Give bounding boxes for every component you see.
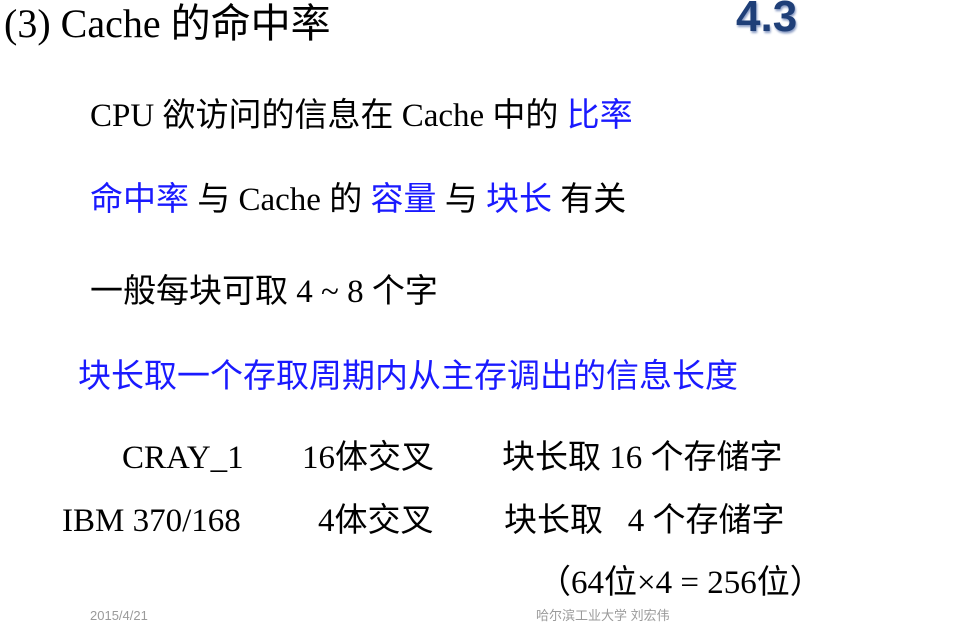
block-length-definition: 块长取一个存取周期内从主存调出的信息长度 bbox=[78, 359, 738, 395]
block-length-value: 块长取 4 个存储字 bbox=[504, 503, 785, 539]
footer-date: 2015/4/21 bbox=[90, 608, 148, 623]
machine-name: CRAY_1 bbox=[122, 440, 244, 476]
factor-text-2: 与 bbox=[436, 182, 486, 218]
section-number: 4.3 bbox=[736, 0, 798, 41]
block-length-value: 块长取 16 个存储字 bbox=[502, 440, 783, 476]
interleave-count: 4体交叉 bbox=[318, 503, 434, 539]
footer-author: 哈尔滨工业大学 刘宏伟 bbox=[536, 608, 670, 623]
block-size-line: 一般每块可取 4 ~ 8 个字 bbox=[90, 274, 438, 310]
factor-block-length: 块长 bbox=[485, 182, 552, 218]
slide-title: (3) Cache 的命中率 bbox=[4, 1, 331, 46]
machine-name: IBM 370/168 bbox=[62, 503, 241, 539]
bit-calculation-note: （64位×4 = 256位） bbox=[538, 565, 823, 601]
factor-text-3: 有关 bbox=[551, 182, 627, 218]
factors-line: 命中率 与 Cache 的 容量 与 块长 有关 bbox=[90, 180, 626, 220]
factor-capacity: 容量 bbox=[370, 182, 437, 218]
definition-text: CPU 欲访问的信息在 Cache 中的 bbox=[90, 98, 567, 134]
definition-line: CPU 欲访问的信息在 Cache 中的 比率 bbox=[90, 96, 633, 136]
factor-hit-rate: 命中率 bbox=[90, 182, 189, 218]
interleave-count: 16体交叉 bbox=[302, 440, 434, 476]
factor-text-1: 与 Cache 的 bbox=[189, 182, 371, 218]
definition-highlight-ratio: 比率 bbox=[566, 98, 633, 134]
